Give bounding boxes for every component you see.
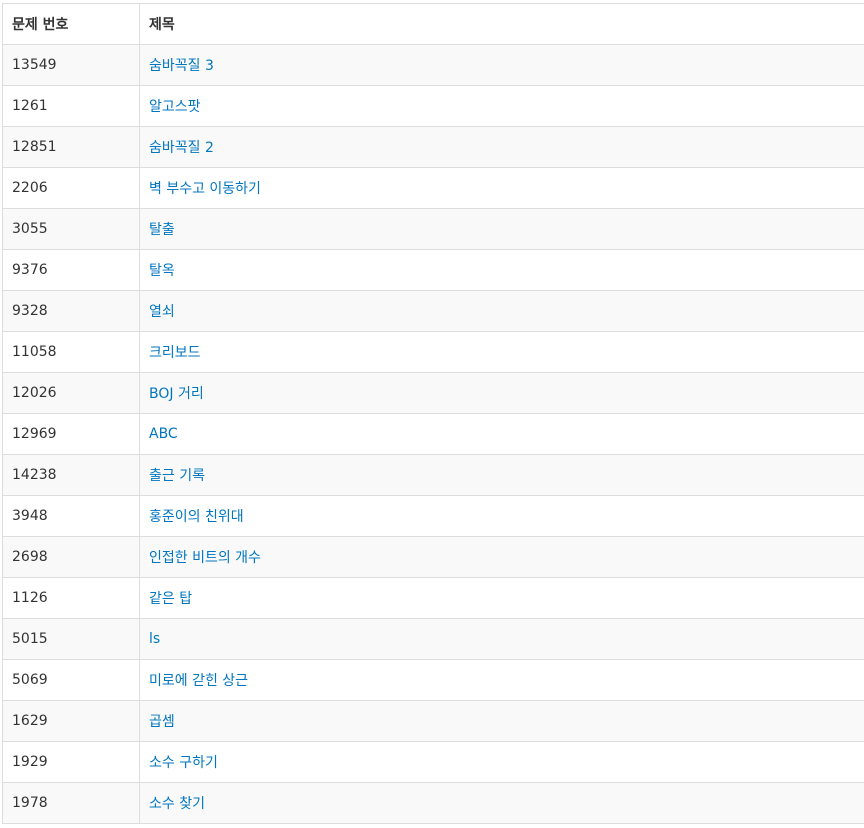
problem-title-link[interactable]: ABC: [149, 426, 178, 442]
problem-title-link[interactable]: 출근 기록: [149, 468, 205, 484]
table-row: 2698 인접한 비트의 개수: [2, 536, 864, 578]
problem-title-link[interactable]: 숨바꼭질 2: [149, 140, 214, 156]
problem-title-cell: 인접한 비트의 개수: [139, 536, 864, 578]
problem-list: 문제 번호 제목 13549 숨바꼭질 3 1261 알고스팟 12851 숨바꼭질 2 2…: [2, 3, 864, 824]
problem-title-link[interactable]: 소수 구하기: [149, 755, 218, 771]
table-row: 3055 탈출: [2, 208, 864, 250]
table-row: 12851 숨바꼭질 2: [2, 126, 864, 168]
problem-number: 3055: [2, 208, 140, 250]
problem-title-cell: 알고스팟: [139, 85, 864, 127]
table-header: 문제 번호 제목: [2, 3, 864, 45]
table-row: 5069 미로에 갇힌 상근: [2, 659, 864, 701]
problem-number: 5015: [2, 618, 140, 660]
table-row: 12026 BOJ 거리: [2, 372, 864, 414]
problem-title-cell: BOJ 거리: [139, 372, 864, 414]
problem-number: 14238: [2, 454, 140, 496]
table-row: 1126 같은 탑: [2, 577, 864, 619]
problem-title-link[interactable]: 미로에 갇힌 상근: [149, 673, 248, 689]
problem-title-cell: ls: [139, 618, 864, 660]
table-row: 3948 홍준이의 친위대: [2, 495, 864, 537]
problem-number: 2698: [2, 536, 140, 578]
problem-number: 12026: [2, 372, 140, 414]
table-row: 2206 벽 부수고 이동하기: [2, 167, 864, 209]
table-row: 13549 숨바꼭질 3: [2, 44, 864, 86]
header-problem-number: 문제 번호: [2, 3, 140, 45]
problem-title-cell: 숨바꼭질 2: [139, 126, 864, 168]
problem-number: 5069: [2, 659, 140, 701]
problem-title-link[interactable]: 홍준이의 친위대: [149, 509, 244, 525]
problem-number: 1978: [2, 782, 140, 824]
problem-number: 9328: [2, 290, 140, 332]
problem-title-link[interactable]: 열쇠: [149, 304, 175, 320]
problem-title-link[interactable]: 탈출: [149, 222, 175, 238]
problem-title-link[interactable]: ls: [149, 631, 160, 647]
problem-number: 1126: [2, 577, 140, 619]
table-row: 14238 출근 기록: [2, 454, 864, 496]
problem-number: 9376: [2, 249, 140, 291]
problem-number: 1261: [2, 85, 140, 127]
problem-title-cell: 소수 구하기: [139, 741, 864, 783]
problem-number: 3948: [2, 495, 140, 537]
problem-title-cell: 벽 부수고 이동하기: [139, 167, 864, 209]
problem-title-link[interactable]: 크리보드: [149, 345, 201, 361]
problem-number: 13549: [2, 44, 140, 86]
table-body: 13549 숨바꼭질 3 1261 알고스팟 12851 숨바꼭질 2 2206 벽 부수고 …: [2, 44, 864, 824]
header-title: 제목: [139, 3, 864, 45]
problem-title-cell: 미로에 갇힌 상근: [139, 659, 864, 701]
problem-title-link[interactable]: 소수 찾기: [149, 796, 205, 812]
table-row: 9376 탈옥: [2, 249, 864, 291]
problem-title-link[interactable]: 곱셈: [149, 714, 175, 730]
table-row: 1978 소수 찾기: [2, 782, 864, 824]
problem-title-cell: 출근 기록: [139, 454, 864, 496]
problem-title-cell: 열쇠: [139, 290, 864, 332]
problem-title-cell: 숨바꼭질 3: [139, 44, 864, 86]
problem-table: 문제 번호 제목 13549 숨바꼭질 3 1261 알고스팟 12851 숨바꼭질 2 2…: [2, 3, 864, 824]
problem-number: 1929: [2, 741, 140, 783]
table-row: 5015 ls: [2, 618, 864, 660]
problem-number: 12969: [2, 413, 140, 455]
table-row: 12969 ABC: [2, 413, 864, 455]
problem-title-link[interactable]: BOJ 거리: [149, 386, 204, 402]
table-row: 1629 곱셈: [2, 700, 864, 742]
problem-number: 11058: [2, 331, 140, 373]
problem-number: 2206: [2, 167, 140, 209]
problem-title-link[interactable]: 알고스팟: [149, 99, 201, 115]
table-row: 9328 열쇠: [2, 290, 864, 332]
problem-title-cell: 홍준이의 친위대: [139, 495, 864, 537]
problem-title-link[interactable]: 인접한 비트의 개수: [149, 550, 261, 566]
problem-title-cell: 소수 찾기: [139, 782, 864, 824]
problem-title-cell: 같은 탑: [139, 577, 864, 619]
problem-title-cell: 크리보드: [139, 331, 864, 373]
problem-title-cell: 곱셈: [139, 700, 864, 742]
problem-title-cell: 탈옥: [139, 249, 864, 291]
table-row: 11058 크리보드: [2, 331, 864, 373]
problem-number: 12851: [2, 126, 140, 168]
problem-title-cell: 탈출: [139, 208, 864, 250]
header-row: 문제 번호 제목: [2, 3, 864, 45]
problem-title-cell: ABC: [139, 413, 864, 455]
problem-number: 1629: [2, 700, 140, 742]
table-row: 1929 소수 구하기: [2, 741, 864, 783]
problem-title-link[interactable]: 탈옥: [149, 263, 175, 279]
problem-title-link[interactable]: 같은 탑: [149, 591, 192, 607]
table-row: 1261 알고스팟: [2, 85, 864, 127]
problem-title-link[interactable]: 벽 부수고 이동하기: [149, 181, 261, 197]
problem-title-link[interactable]: 숨바꼭질 3: [149, 58, 214, 74]
